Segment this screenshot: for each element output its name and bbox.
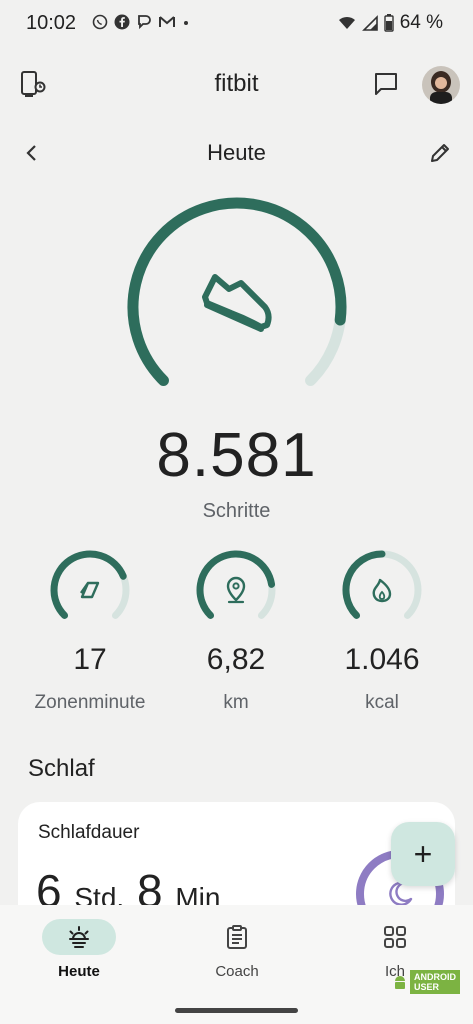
nav-active-pill [42, 919, 116, 955]
message-icon [373, 71, 399, 97]
calories-value: 1.046 [344, 643, 420, 676]
whatsapp-icon [92, 14, 108, 30]
sleep-card-title: Schlafdauer [38, 822, 140, 843]
steps-ring-progress [127, 197, 347, 387]
edit-button[interactable] [428, 141, 452, 170]
gmail-icon [158, 14, 176, 30]
zone-minutes-ring[interactable] [48, 548, 132, 632]
nav-label-coach: Coach [215, 963, 259, 980]
nav-item-coach[interactable]: Coach [158, 919, 316, 980]
watermark-line2: USER [414, 982, 440, 992]
status-time: 10:02 [26, 12, 77, 34]
status-right: 64 % [338, 12, 443, 34]
watermark-text: ANDROID USER [410, 970, 460, 994]
notification-icons [92, 14, 190, 30]
battery-icon [383, 14, 394, 32]
watermark-line1: ANDROID [414, 972, 456, 982]
watermark: ANDROID USER [393, 968, 473, 996]
zone-minutes-value: 17 [73, 643, 107, 676]
clipboard-icon [225, 924, 249, 950]
messenger-icon [136, 14, 152, 30]
zone-minutes-label: Zonenminute [34, 692, 146, 713]
bottom-nav: Heute Coach Ich [0, 905, 473, 1024]
distance-label: km [223, 692, 249, 713]
stat-ring-progress [50, 550, 127, 619]
steps-progress-ring[interactable] [116, 195, 358, 410]
pencil-icon [428, 141, 452, 165]
sleep-section-title: Schlaf [28, 755, 95, 782]
steps-value: 8.581 [156, 421, 317, 490]
profile-button[interactable] [422, 66, 460, 109]
nav-label-heute: Heute [58, 963, 100, 980]
home-indicator[interactable] [175, 1008, 298, 1013]
battery-percent: 64 % [399, 12, 443, 33]
flame-icon [372, 578, 392, 603]
distance-value: 6,82 [206, 643, 266, 676]
zone-arrow-icon [80, 581, 100, 599]
wifi-icon [338, 15, 356, 31]
add-button[interactable]: + [391, 822, 455, 886]
stat-ring-progress [196, 550, 276, 619]
nav-item-heute[interactable]: Heute [0, 919, 158, 980]
signal-icon [361, 15, 378, 31]
calories-label: kcal [365, 692, 399, 713]
steps-label: Schritte [202, 500, 271, 522]
distance-ring[interactable] [194, 548, 278, 632]
android-logo-icon [393, 974, 407, 990]
calories-ring[interactable] [340, 548, 424, 632]
location-pin-icon [226, 576, 246, 604]
grid-icon [382, 924, 408, 950]
facebook-icon [114, 14, 130, 30]
status-bar: 10:02 64 % [0, 0, 473, 48]
app-title: fitbit [214, 70, 259, 97]
messages-button[interactable] [373, 71, 399, 102]
avatar [422, 66, 460, 104]
page-title: Heute [207, 140, 266, 165]
dot-icon [182, 14, 190, 30]
shoe-icon [202, 274, 272, 332]
sunrise-icon [66, 924, 92, 950]
